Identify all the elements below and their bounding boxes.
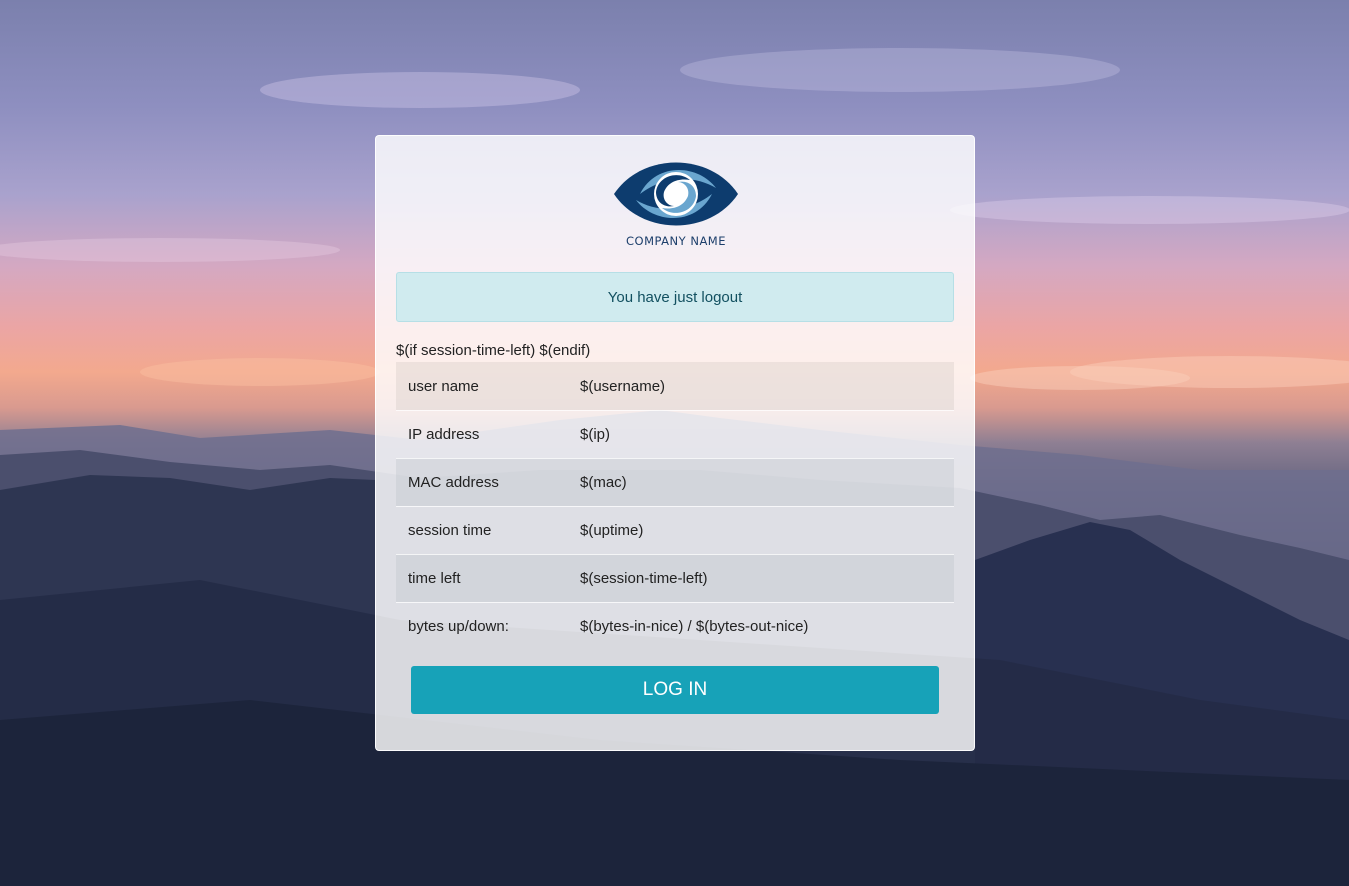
status-card: COMPANY NAME You have just logout $(if s… (375, 135, 975, 751)
template-conditional-text: $(if session-time-left) $(endif) (396, 342, 591, 359)
logout-alert: You have just logout (396, 272, 954, 322)
row-label: user name (408, 377, 479, 395)
table-row: MAC address $(mac) (396, 458, 954, 506)
session-info-table: user name $(username) IP address $(ip) M… (396, 362, 954, 650)
row-label: time left (408, 570, 461, 587)
alert-message: You have just logout (607, 288, 743, 306)
table-row: time left $(session-time-left) (396, 554, 954, 602)
table-row: user name $(username) (396, 362, 954, 410)
row-value: $(bytes-in-nice) / $(bytes-out-nice) (580, 618, 809, 635)
row-value: $(ip) (580, 426, 611, 443)
row-label: bytes up/down: (408, 618, 509, 635)
table-row: session time $(uptime) (396, 506, 954, 554)
login-button[interactable]: LOG IN (411, 666, 939, 714)
row-label: session time (408, 522, 492, 539)
row-label: IP address (408, 426, 480, 443)
row-value: $(uptime) (580, 522, 644, 539)
row-value: $(username) (580, 377, 666, 395)
row-label: MAC address (408, 474, 499, 491)
row-value: $(session-time-left) (580, 570, 708, 587)
eye-logo-icon (614, 162, 738, 226)
company-name: COMPANY NAME (625, 234, 726, 248)
table-row: bytes up/down: $(bytes-in-nice) / $(byte… (396, 602, 954, 650)
table-row: IP address $(ip) (396, 410, 954, 458)
company-logo: COMPANY NAME (611, 158, 741, 258)
row-value: $(mac) (580, 474, 627, 491)
